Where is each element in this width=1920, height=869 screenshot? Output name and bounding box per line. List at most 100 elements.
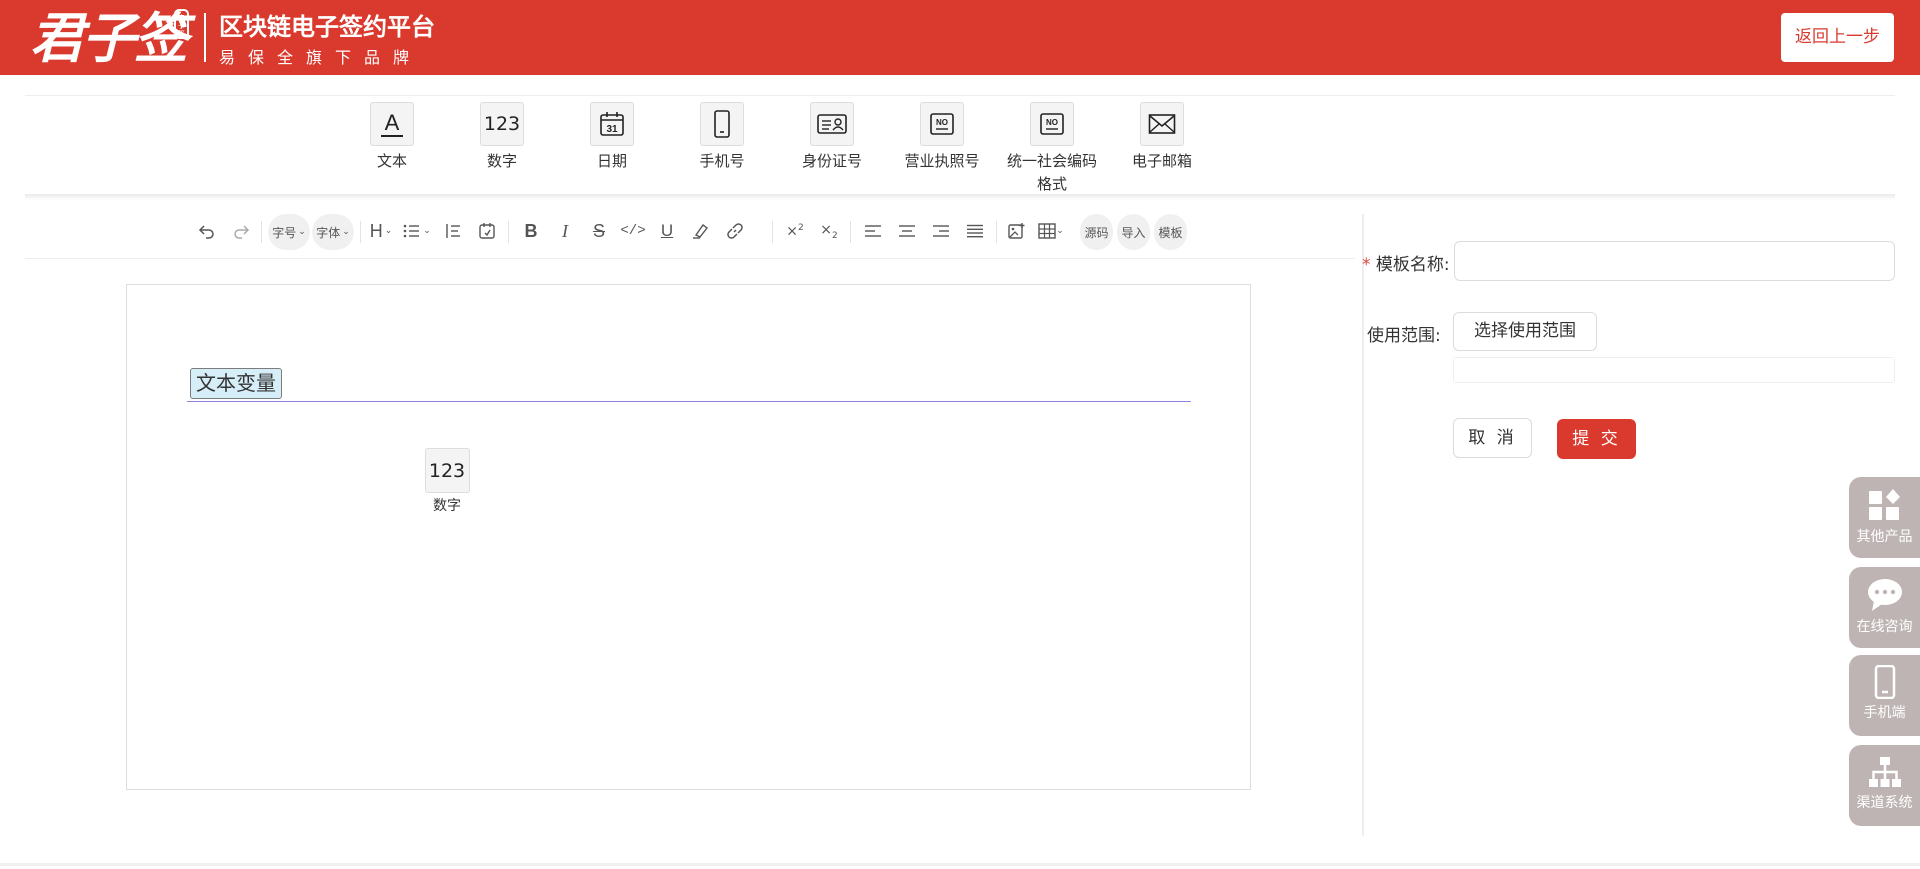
chevron-down-icon: ⌄ bbox=[342, 227, 350, 237]
palette-item-label: 文本 bbox=[376, 152, 407, 170]
number-variable-chip[interactable]: 123 数字 bbox=[405, 448, 489, 518]
undo-icon[interactable] bbox=[194, 210, 220, 252]
page-bottom-border bbox=[0, 863, 1920, 866]
cancel-button[interactable]: 取 消 bbox=[1453, 418, 1532, 458]
palette-item-date[interactable]: 31 日期 bbox=[567, 102, 657, 173]
align-right-icon[interactable] bbox=[928, 210, 954, 252]
highlight-icon[interactable] bbox=[688, 210, 714, 252]
palette-item-label: 手机号 bbox=[699, 152, 745, 170]
palette-item-email[interactable]: 电子邮箱 bbox=[1117, 102, 1207, 173]
side-label: 手机端 bbox=[1863, 705, 1906, 721]
toolbar-bottom-border bbox=[25, 258, 1355, 259]
number-variable-label: 数字 bbox=[433, 498, 461, 514]
mobile-icon bbox=[1874, 665, 1895, 699]
side-other-products[interactable]: 其他产品 bbox=[1849, 477, 1920, 558]
line-height-icon[interactable] bbox=[440, 210, 466, 252]
palette-item-label: 统一社会编码格式 bbox=[1006, 152, 1097, 193]
toolbar-separator bbox=[996, 221, 997, 243]
clear-format-icon[interactable] bbox=[474, 210, 500, 252]
side-channel-system[interactable]: 渠道系统 bbox=[1849, 745, 1920, 826]
side-label: 渠道系统 bbox=[1856, 795, 1913, 811]
font-family-select[interactable]: 字体 ⌄ bbox=[312, 214, 354, 250]
platform-title: 区块链电子签约平台 bbox=[219, 12, 435, 41]
toolbar-separator bbox=[261, 221, 262, 243]
svg-text:A: A bbox=[385, 110, 400, 135]
text-a-icon: A bbox=[370, 102, 414, 146]
redo-icon[interactable] bbox=[228, 210, 254, 252]
top-header: 君子签 电子签 区块链电子签约平台 易保全旗下品牌 返回上一步 bbox=[0, 0, 1920, 75]
template-name-input[interactable] bbox=[1454, 241, 1895, 281]
toolbar-separator bbox=[772, 221, 773, 243]
brand-seal: 电子签 bbox=[174, 9, 189, 39]
envelope-icon bbox=[1140, 102, 1184, 146]
number-123-icon: 123 bbox=[424, 448, 470, 493]
toolbar-separator bbox=[360, 221, 361, 243]
palette-item-number[interactable]: 123 数字 bbox=[457, 102, 547, 173]
underline-icon[interactable]: U bbox=[654, 210, 680, 252]
toolbar-separator bbox=[508, 221, 509, 243]
palette-item-label: 营业执照号 bbox=[904, 152, 980, 170]
side-mobile[interactable]: 手机端 bbox=[1849, 655, 1920, 736]
template-name-label: * 模板名称: bbox=[1362, 250, 1450, 275]
subscript-icon[interactable]: ×2 bbox=[816, 210, 842, 252]
palette-item-label: 身份证号 bbox=[801, 152, 862, 170]
required-mark: * bbox=[1362, 255, 1371, 275]
license-no-icon: NO bbox=[920, 102, 964, 146]
grid-products-icon bbox=[1868, 489, 1900, 520]
align-center-icon[interactable] bbox=[894, 210, 920, 252]
insert-image-icon[interactable] bbox=[1004, 210, 1030, 252]
source-code-button[interactable]: 源码 bbox=[1080, 214, 1113, 250]
heading-icon[interactable]: H ⌄ bbox=[366, 210, 396, 252]
palette-item-id-card[interactable]: 身份证号 bbox=[787, 102, 877, 173]
chevron-down-icon: ⌄ bbox=[298, 227, 306, 237]
brand-logo[interactable]: 君子签 bbox=[30, 2, 188, 74]
palette-item-business-license[interactable]: NO 营业执照号 bbox=[897, 102, 987, 173]
bullet-list-icon[interactable]: ⌄ bbox=[400, 210, 434, 252]
side-label: 在线咨询 bbox=[1856, 619, 1913, 635]
palette-item-label: 电子邮箱 bbox=[1131, 152, 1192, 170]
font-family-label: 字体 bbox=[316, 225, 341, 240]
align-justify-icon[interactable] bbox=[962, 210, 988, 252]
id-card-icon bbox=[810, 102, 854, 146]
insert-table-icon[interactable]: ⌄ bbox=[1034, 210, 1068, 252]
org-chart-icon bbox=[1868, 757, 1901, 787]
back-button[interactable]: 返回上一步 bbox=[1781, 13, 1894, 62]
platform-subtitle: 易保全旗下品牌 bbox=[219, 48, 423, 67]
code-icon[interactable]: </> bbox=[620, 210, 646, 252]
palette-bottom-shadow bbox=[25, 194, 1895, 200]
scope-selection-display bbox=[1453, 357, 1895, 383]
align-left-icon[interactable] bbox=[860, 210, 886, 252]
calendar-icon: 31 bbox=[590, 102, 634, 146]
bold-icon[interactable]: B bbox=[518, 210, 544, 252]
mobile-phone-icon bbox=[700, 102, 744, 146]
form-divider bbox=[1362, 214, 1364, 836]
palette-item-text[interactable]: A 文本 bbox=[347, 102, 437, 173]
side-online-consult[interactable]: 在线咨询 bbox=[1849, 567, 1920, 648]
link-icon[interactable] bbox=[722, 210, 748, 252]
toolbar-separator bbox=[850, 221, 851, 243]
palette-item-credit-code[interactable]: NO 统一社会编码格式 bbox=[1007, 102, 1097, 196]
text-variable-chip[interactable]: 文本变量 bbox=[190, 368, 282, 399]
palette-top-border bbox=[25, 95, 1895, 96]
italic-icon[interactable]: I bbox=[552, 210, 578, 252]
strikethrough-icon[interactable]: S bbox=[586, 210, 612, 252]
select-scope-button[interactable]: 选择使用范围 bbox=[1453, 312, 1597, 351]
palette-item-label: 数字 bbox=[486, 152, 517, 170]
chat-bubble-icon bbox=[1867, 579, 1902, 611]
template-name-label-text: 模板名称: bbox=[1375, 255, 1450, 275]
palette-item-phone[interactable]: 手机号 bbox=[677, 102, 767, 173]
font-size-select[interactable]: 字号 ⌄ bbox=[268, 214, 310, 250]
superscript-icon[interactable]: ×2 bbox=[782, 210, 808, 252]
logo-divider bbox=[204, 13, 206, 62]
side-label: 其他产品 bbox=[1856, 529, 1913, 545]
font-size-label: 字号 bbox=[272, 225, 297, 240]
submit-button[interactable]: 提 交 bbox=[1557, 419, 1636, 459]
text-line-underline bbox=[187, 401, 1191, 402]
palette-item-label: 日期 bbox=[596, 152, 627, 170]
scope-label: 使用范围: bbox=[1367, 326, 1441, 346]
template-button[interactable]: 模板 bbox=[1154, 214, 1187, 250]
editor-document[interactable]: 文本变量 123 数字 bbox=[126, 284, 1251, 790]
import-button[interactable]: 导入 bbox=[1117, 214, 1150, 250]
credit-code-no-icon: NO bbox=[1030, 102, 1074, 146]
svg-text:NO: NO bbox=[1046, 118, 1058, 127]
